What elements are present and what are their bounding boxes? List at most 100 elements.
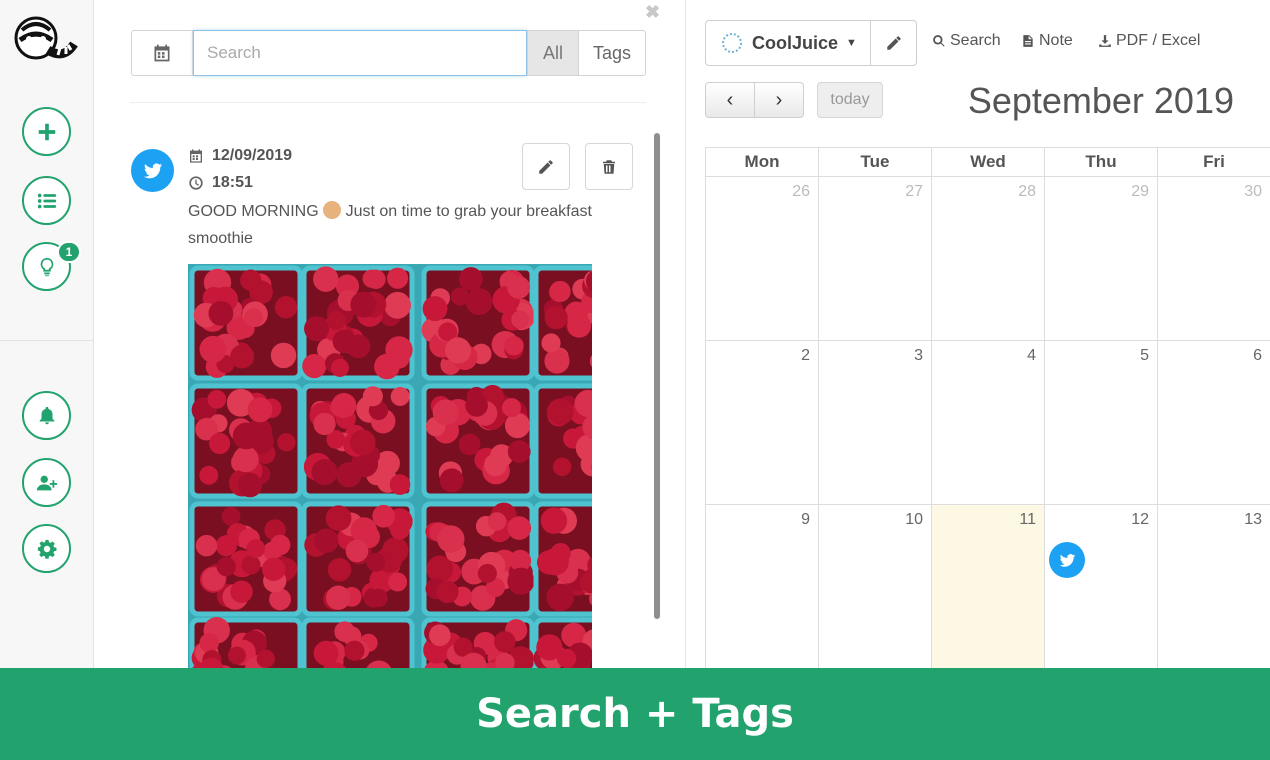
calendar-day[interactable]: 29 — [1045, 177, 1158, 340]
filter-tags-button[interactable]: Tags — [579, 30, 646, 76]
raspberry — [369, 588, 388, 608]
note-link-label: Note — [1039, 32, 1073, 49]
raspberry — [540, 507, 568, 534]
calendar-day-today[interactable]: 11 — [932, 505, 1045, 668]
day-number: 2 — [801, 347, 810, 364]
download-icon — [1099, 35, 1111, 47]
day-number: 11 — [1019, 511, 1036, 528]
notifications-button[interactable] — [22, 391, 71, 440]
raspberry — [330, 397, 350, 417]
calendar-day[interactable]: 12 — [1045, 505, 1158, 668]
raspberry — [494, 631, 516, 653]
raspberry — [330, 358, 349, 377]
search-link[interactable]: Search — [932, 32, 1001, 50]
close-icon[interactable]: ✖ — [645, 2, 660, 23]
bell-icon — [39, 406, 54, 424]
divider — [130, 102, 646, 103]
day-number: 12 — [1131, 511, 1149, 528]
today-button[interactable]: today — [817, 82, 883, 118]
scrollbar[interactable] — [654, 133, 660, 619]
add-user-button[interactable] — [22, 458, 71, 507]
notification-badge: 1 — [57, 241, 81, 263]
prev-month-button[interactable]: ‹ — [706, 83, 754, 117]
calendar-day[interactable]: 6 — [1158, 341, 1270, 504]
calendar-icon — [190, 149, 202, 163]
raspberry — [546, 583, 574, 611]
raspberry — [336, 462, 362, 488]
next-month-button[interactable]: › — [754, 83, 803, 117]
calendar-day[interactable]: 27 — [819, 177, 932, 340]
feature-banner: Search + Tags — [0, 668, 1270, 760]
account-dropdown[interactable]: CoolJuice ▼ — [706, 21, 871, 65]
twitter-icon — [143, 162, 162, 178]
raspberry — [230, 344, 255, 369]
edit-post-button[interactable] — [522, 143, 570, 190]
day-number: 27 — [905, 183, 923, 200]
raspberry — [246, 539, 266, 559]
raspberry — [507, 440, 531, 463]
calendar-day[interactable]: 26 — [706, 177, 819, 340]
export-link-label: PDF / Excel — [1116, 32, 1201, 49]
add-post-button[interactable] — [22, 107, 71, 156]
raspberry — [311, 459, 338, 486]
edit-account-button[interactable] — [871, 21, 916, 65]
settings-button[interactable] — [22, 524, 71, 573]
account-avatar-icon — [722, 33, 742, 53]
raspberry — [362, 386, 383, 407]
raspberry — [387, 267, 409, 289]
weekday-header: Mon Tue Wed Thu Fri — [706, 148, 1270, 177]
raspberry — [549, 280, 571, 303]
raspberry — [221, 507, 241, 526]
delete-post-button[interactable] — [585, 143, 633, 190]
export-link[interactable]: PDF / Excel — [1098, 32, 1200, 50]
calendar-day[interactable]: 13 — [1158, 505, 1270, 668]
raspberry — [314, 528, 339, 553]
search-input[interactable] — [193, 30, 527, 76]
calendar-day[interactable]: 3 — [819, 341, 932, 504]
scheduled-tweet-event[interactable] — [1049, 542, 1085, 578]
list-button[interactable] — [22, 176, 71, 225]
day-number: 6 — [1253, 347, 1262, 364]
filter-all-button[interactable]: All — [527, 30, 579, 76]
raspberry — [349, 429, 376, 456]
calendar-day[interactable]: 2 — [706, 341, 819, 504]
raspberry — [567, 313, 592, 338]
sidebar: 1 — [0, 0, 94, 668]
plus-icon — [38, 123, 55, 140]
clock-icon — [189, 176, 203, 190]
calendar-day[interactable]: 4 — [932, 341, 1045, 504]
raspberry — [244, 308, 263, 328]
calendar-day[interactable]: 9 — [706, 505, 819, 668]
post-panel: ✖ All Tags 12/09/2019 18:51 GOOD MORNING… — [94, 0, 686, 668]
ideas-button[interactable]: 1 — [22, 241, 81, 291]
date-filter-button[interactable] — [131, 30, 193, 76]
raspberry — [304, 316, 330, 342]
calendar-day[interactable]: 28 — [932, 177, 1045, 340]
raspberry — [199, 633, 219, 653]
user-plus-icon — [36, 475, 57, 490]
raspberry — [507, 516, 532, 540]
calendar-day[interactable]: 10 — [819, 505, 932, 668]
weekday-label: Thu — [1045, 148, 1158, 176]
twitter-avatar — [131, 149, 174, 192]
twitter-icon — [1059, 553, 1075, 567]
raspberry — [237, 472, 263, 498]
raccoon-logo[interactable] — [14, 14, 78, 66]
raspberry — [344, 640, 365, 661]
post-image[interactable] — [188, 264, 592, 668]
raspberry — [227, 646, 246, 665]
account-name: CoolJuice — [752, 32, 839, 53]
raspberry — [313, 266, 339, 292]
raspberry — [444, 337, 472, 364]
raspberry — [432, 399, 459, 426]
raspberry — [366, 552, 386, 572]
raspberry — [507, 276, 531, 299]
calendar-day[interactable]: 5 — [1045, 341, 1158, 504]
calendar-day[interactable]: 30 — [1158, 177, 1270, 340]
raspberry — [232, 422, 260, 450]
calendar-panel: CoolJuice ▼ Search Note PDF / Excel ‹ › … — [686, 0, 1270, 709]
calendar-grid: Mon Tue Wed Thu Fri 26 27 28 29 30 2 3 4… — [705, 147, 1270, 709]
note-link[interactable]: Note — [1021, 32, 1073, 50]
post-date-text: 12/09/2019 — [212, 147, 293, 164]
post-date: 12/09/2019 — [188, 147, 292, 165]
